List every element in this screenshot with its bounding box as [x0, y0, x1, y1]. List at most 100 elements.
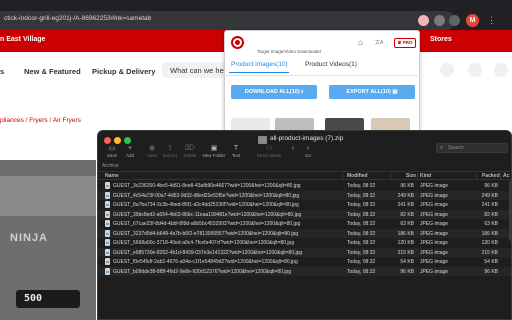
nav-item-new-featured[interactable]: New & Featured [24, 67, 81, 76]
export-all-button[interactable]: EXPORT ALL(10) ▤ [329, 85, 415, 99]
product-display-value: 500 [24, 293, 43, 304]
file-packed: 215 KB [481, 249, 498, 256]
file-kind: JPEG image [420, 183, 449, 189]
tab-product-images[interactable]: Product images(10) [231, 61, 288, 68]
nav-item-categories[interactable]: s [0, 67, 4, 76]
puzzle-icon[interactable] [434, 15, 445, 26]
file-name: GUEST_5668a00c-3718-40ed-a0c4-7fcefa407c… [113, 240, 295, 246]
go-button[interactable]: › Go [301, 144, 315, 159]
file-icon [105, 201, 110, 208]
file-modified: Today, 08:32 [347, 249, 376, 256]
pro-button[interactable]: ♛ PRO [394, 38, 416, 48]
column-divider[interactable] [500, 173, 501, 180]
store-name[interactable]: n East Village [0, 36, 45, 43]
file-packed: 120 KB [481, 240, 498, 246]
file-icon [105, 220, 110, 227]
file-size: 63 KB [400, 221, 414, 227]
file-modified: Today, 08:32 [347, 183, 376, 189]
location-icon[interactable] [494, 63, 508, 77]
account-icon[interactable] [440, 63, 454, 77]
file-packed: 82 KB [484, 211, 498, 218]
home-icon[interactable]: ⌂ [358, 38, 363, 47]
product-image[interactable]: NINJA 500 [0, 160, 96, 320]
archive-search-input[interactable]: ⌕ Search [436, 143, 508, 153]
file-modified: Today, 08:32 [347, 211, 376, 218]
file-row[interactable]: GUEST_e985730e-8202-4b1d-8439-037e3e1413… [98, 247, 511, 257]
extension-title: Target Image/Video Downloader [257, 49, 322, 54]
column-divider[interactable] [390, 173, 391, 180]
file-icon [105, 191, 110, 199]
direct-mode-button[interactable]: ⚇ Direct Mode [254, 144, 284, 159]
column-header-modified[interactable]: Modified [347, 173, 368, 179]
archive-window: all-product-images (7).zip ▭ Save + Add ◉ V… [97, 130, 512, 320]
file-row[interactable]: GUEST_67cae23f-8d4d-4bbf-8f9d-a6b5bc4532… [98, 219, 511, 229]
file-modified: Today, 08:32 [347, 202, 376, 208]
extension-icon[interactable] [418, 15, 429, 26]
file-row[interactable]: GUEST_39bc8ed2-a654-4b63-86bc-11eaa19948… [98, 209, 511, 219]
file-row[interactable]: GUEST_3237d9d4-b649-4a7b-b6f2-e781306555… [98, 228, 511, 238]
file-row[interactable]: GUEST_b09dde38-8f8f-46d2-9e8e-930d12376?… [98, 266, 511, 276]
back-button[interactable]: ‹ [288, 144, 298, 153]
file-name: GUEST_b09dde38-8f8f-46d2-9e8e-930d12376?… [113, 268, 292, 275]
file-row[interactable]: GUEST_8a7ba734-3c3b-4bed-85f1-d2c4dd2523… [98, 200, 511, 210]
delete-button[interactable]: ⌦ Delete [178, 144, 202, 159]
nav-item-pickup-delivery[interactable]: Pickup & Delivery [92, 67, 155, 76]
file-name: GUEST_3237d9d4-b649-4a7b-b6f2-e781306555… [113, 230, 299, 237]
file-modified: Today, 08:32 [347, 268, 376, 275]
file-name: GUEST_8a7ba734-3c3b-4bed-85f1-d2c4dd2523… [113, 202, 299, 208]
tab-product-videos[interactable]: Product Videos(1) [305, 61, 357, 68]
file-modified: Today, 08:32 [347, 230, 376, 237]
active-tab-indicator [229, 72, 289, 73]
file-size: 241 KB [397, 202, 414, 208]
column-header-name[interactable]: Name [105, 173, 119, 179]
section-label: Archive [102, 163, 119, 169]
language-icon[interactable]: 文A [375, 39, 383, 46]
breadcrumb[interactable]: pliances / Fryers / Air Fryers [0, 117, 81, 124]
target-logo-icon [231, 36, 244, 49]
file-size: 82 KB [400, 211, 414, 218]
url-text: ctick-indoor-grill-eg201j-/A-86962253#ln… [4, 15, 152, 22]
file-kind: JPEG image [420, 249, 449, 256]
file-packed: 241 KB [481, 202, 498, 208]
text-button[interactable]: T Text [224, 144, 248, 159]
download-icon[interactable] [449, 15, 460, 26]
file-packed: 96 KB [484, 268, 498, 275]
file-row[interactable]: GUEST_f0e545df-2ab1-4676-a04a-c1f1e54849… [98, 257, 511, 267]
direct-mode-icon: ⚇ [265, 145, 273, 152]
site-search-input[interactable]: What can we help y [162, 62, 235, 78]
file-size: 215 KB [397, 249, 414, 256]
file-icon [105, 182, 110, 189]
stores-link[interactable]: Stores [430, 36, 452, 43]
profile-avatar[interactable]: M [466, 14, 479, 27]
column-header-size[interactable]: Size [406, 173, 416, 179]
column-divider[interactable] [476, 173, 477, 180]
cart-icon[interactable] [468, 63, 482, 77]
file-row[interactable]: GUEST_5668a00c-3718-40ed-a0c4-7fcefa407c… [98, 238, 511, 248]
download-all-button[interactable]: DOWNLOAD ALL(10) ⭳ [231, 85, 317, 99]
file-packed: 63 KB [484, 221, 498, 227]
file-size: 186 KB [397, 230, 414, 237]
address-bar[interactable]: ctick-indoor-grill-eg201j-/A-86962253#ln… [0, 11, 455, 30]
file-name: GUEST_4c54a73f-00a7-4d53-9d32-d8ed21e52f… [113, 192, 300, 199]
column-divider[interactable] [342, 173, 343, 180]
browser-menu-icon[interactable]: ⋮ [487, 14, 496, 27]
browser-toolbar: ctick-indoor-grill-eg201j-/A-86962253#ln… [0, 0, 512, 30]
file-kind: JPEG image [420, 221, 449, 227]
file-kind: JPEG image [420, 211, 449, 218]
column-header-kind[interactable]: Kind [420, 173, 431, 179]
file-name: GUEST_3c236250-4be5-4d91-8ee8-43afb90e46… [113, 183, 301, 189]
file-row[interactable]: GUEST_3c236250-4be5-4d91-8ee8-43afb90e46… [98, 181, 511, 191]
file-modified: Today, 08:32 [347, 192, 376, 199]
column-header-packed[interactable]: Packed [482, 173, 500, 179]
file-row[interactable]: GUEST_4c54a73f-00a7-4d53-9d32-d8ed21e52f… [98, 190, 511, 200]
divider [225, 75, 421, 76]
file-size: 54 KB [400, 259, 414, 265]
file-packed: 249 KB [481, 192, 498, 199]
file-name: GUEST_67cae23f-8d4d-4bbf-8f9d-a6b5bc4532… [113, 221, 301, 227]
add-button[interactable]: + Add [118, 144, 142, 159]
column-divider[interactable] [417, 173, 418, 180]
column-header-extra[interactable]: Ac [503, 173, 509, 179]
file-size: 249 KB [397, 192, 414, 199]
file-packed: 96 KB [484, 183, 498, 189]
window-title: all-product-images (7).zip [270, 135, 344, 142]
